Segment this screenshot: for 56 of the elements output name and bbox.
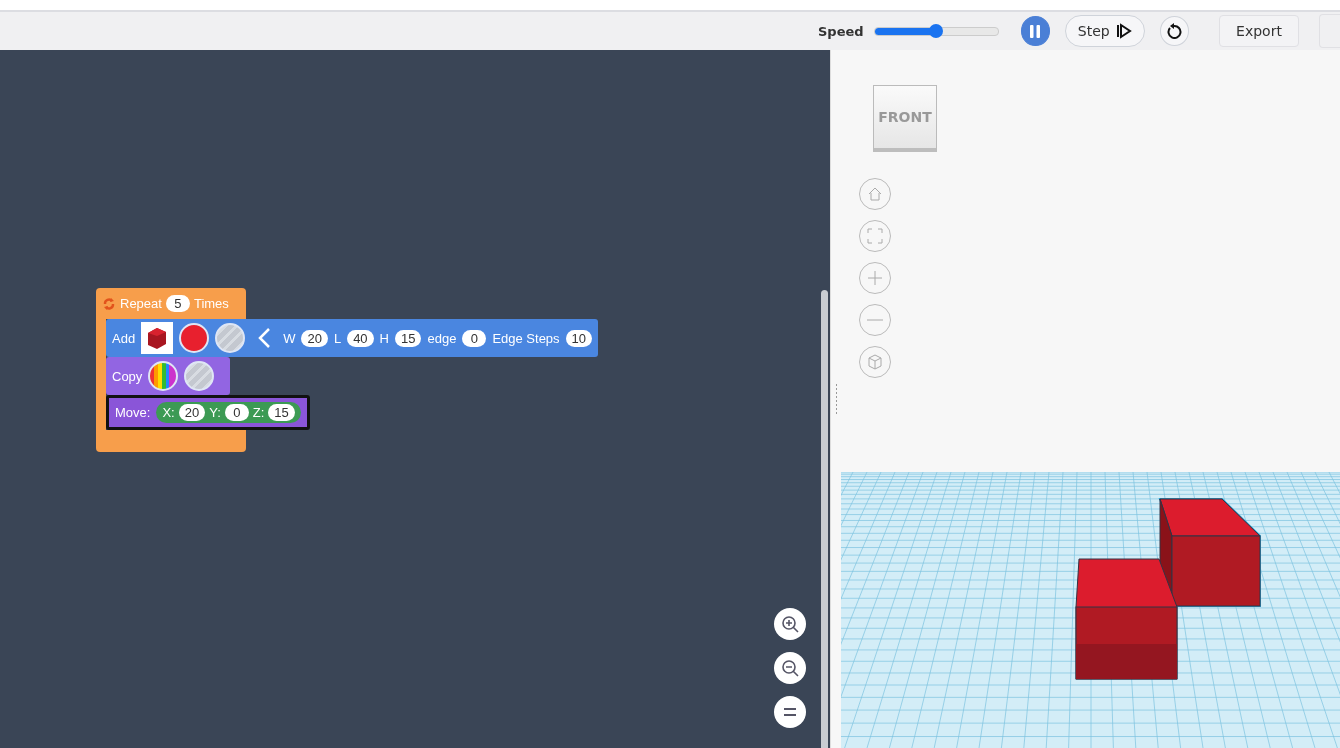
zoom-out-icon — [781, 659, 799, 677]
chevron-left-icon[interactable] — [257, 327, 272, 349]
zoom-in-icon — [781, 615, 799, 633]
reset-zoom-button[interactable] — [774, 696, 806, 728]
slider-thumb[interactable] — [929, 23, 944, 38]
param-field[interactable]: 40 — [347, 329, 374, 347]
minus-icon — [867, 319, 883, 321]
param-field[interactable]: 0 — [224, 404, 249, 421]
param-label: W — [283, 330, 296, 346]
param-label: L — [333, 330, 342, 346]
block-label: Times — [193, 296, 229, 311]
pattern-swatch[interactable] — [184, 361, 215, 391]
add-block[interactable]: Add W 20 L 40 H 15 edge 0 Edge Steps 10 — [106, 319, 599, 357]
home-icon — [867, 186, 883, 202]
color-swatch[interactable] — [179, 323, 210, 353]
plus-icon — [867, 270, 883, 286]
pause-icon — [1029, 24, 1042, 38]
zoom-out-button[interactable] — [774, 652, 806, 684]
param-label: Y: — [209, 405, 221, 420]
grip-icon — [834, 384, 838, 414]
speed-slider[interactable] — [873, 26, 999, 36]
block-label: Repeat — [120, 296, 162, 311]
reset-button[interactable] — [1159, 16, 1189, 46]
step-button[interactable]: Step — [1064, 15, 1145, 47]
copy-block[interactable]: Copy — [106, 357, 230, 395]
block-label: Copy — [112, 368, 143, 384]
param-field[interactable]: 15 — [268, 404, 295, 421]
param-field[interactable]: 15 — [395, 329, 422, 347]
param-field[interactable]: 20 — [178, 404, 206, 421]
pattern-swatch[interactable] — [215, 323, 246, 353]
move-block[interactable]: Move: X: 20 Y: 0 Z: 15 — [106, 395, 310, 430]
export-button[interactable]: Export — [1219, 15, 1299, 47]
step-icon — [1115, 23, 1132, 39]
equals-icon — [784, 708, 796, 716]
cube-icon — [867, 354, 883, 370]
fit-icon — [867, 228, 883, 244]
rainbow-swatch[interactable] — [148, 361, 179, 391]
param-field[interactable]: 20 — [301, 329, 328, 347]
shape-picker[interactable] — [141, 322, 174, 354]
scrollbar[interactable] — [821, 290, 828, 748]
speed-label: Speed — [818, 23, 864, 39]
repeat-icon — [102, 296, 116, 311]
param-field[interactable]: 0 — [462, 329, 487, 347]
block-label: Move: — [115, 405, 151, 420]
zoom-in-button[interactable] — [774, 608, 806, 640]
reset-icon — [1166, 23, 1183, 39]
block-label: Add — [112, 330, 136, 346]
param-label: edge — [427, 330, 457, 346]
param-label: Edge Steps — [492, 330, 560, 346]
param-label: H — [379, 330, 389, 346]
param-label: X: — [162, 405, 175, 420]
count-field[interactable]: 5 — [165, 295, 190, 312]
pause-button[interactable] — [1020, 16, 1050, 46]
param-label: Z: — [252, 405, 265, 420]
param-field[interactable]: 10 — [565, 329, 593, 347]
repeat-block-header[interactable]: Repeat 5 Times — [96, 288, 246, 319]
